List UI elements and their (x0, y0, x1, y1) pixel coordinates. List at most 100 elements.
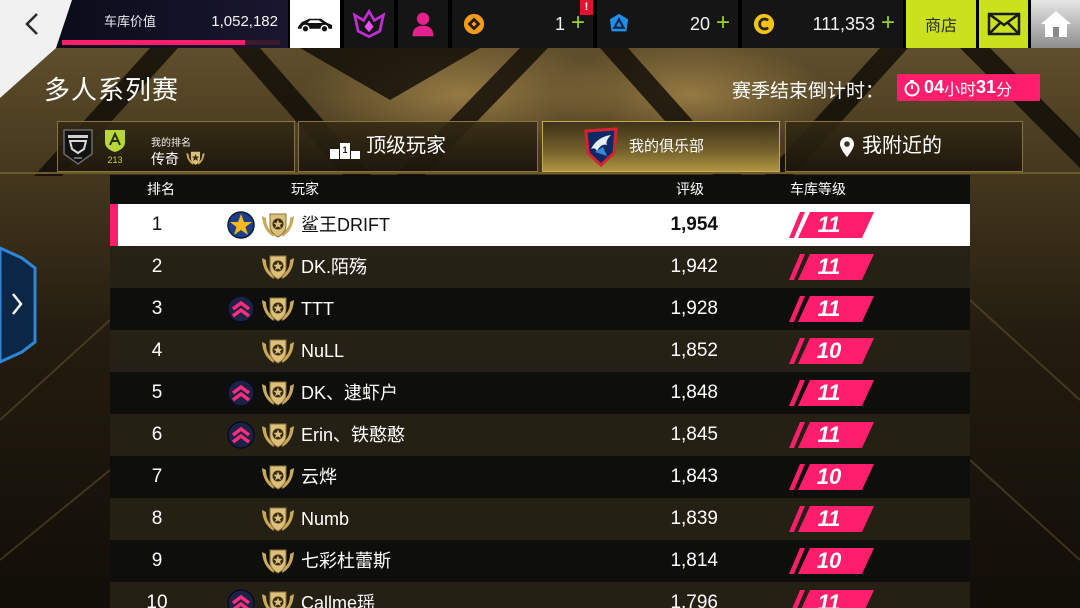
countdown-minutes-unit: 分 (996, 81, 1013, 99)
player-name: 鲨王DRIFT (301, 215, 390, 235)
blue-token-icon (609, 13, 629, 32)
profile-icon (412, 12, 434, 37)
token-amount: 1 (554, 14, 565, 34)
header-rank: 排名 (147, 181, 175, 197)
garage-level-badge: 11 (789, 254, 875, 280)
leaderboard-row[interactable]: 7 云烨 1,843 10 (110, 456, 970, 498)
garage-value-panel[interactable]: 车库价值 1,052,182 (56, 0, 288, 48)
home-button[interactable] (1031, 0, 1080, 48)
add-blue-tokens-button[interactable]: + (716, 0, 730, 46)
legend-league-icon (260, 253, 296, 281)
car-icon (297, 18, 333, 33)
legend-league-icon (260, 295, 296, 323)
garage-level-value: 10 (816, 548, 842, 573)
tabs-divider (0, 172, 1080, 174)
player-rating: 1,928 (670, 298, 718, 319)
location-pin-icon (840, 137, 854, 157)
leaderboard-row[interactable]: 2 DK.陌殇 1,942 11 (110, 246, 970, 288)
player-rating: 1,954 (670, 214, 718, 235)
credits-currency[interactable]: 111,353 + (742, 0, 903, 48)
garage-level-value: 10 (816, 338, 842, 363)
leaderboard-row[interactable]: 4 NuLL 1,852 10 (110, 330, 970, 372)
tab-near-me-label: 我附近的 (862, 135, 942, 157)
garage-level-badge: 10 (789, 338, 875, 364)
garage-level-value: 11 (817, 422, 841, 447)
leaderboard-row[interactable]: 8 Numb 1,839 11 (110, 498, 970, 540)
garage-level-value: 11 (817, 254, 841, 279)
tab-top-players[interactable]: 1 顶级玩家 (298, 121, 538, 172)
timer-icon (904, 79, 920, 96)
leaderboard-row[interactable]: 5 DK、逮虾户 1,848 11 (110, 372, 970, 414)
player-rating: 1,814 (670, 550, 718, 571)
league-emblem-icon (352, 9, 386, 39)
leaderboard-row[interactable]: 9 七彩杜蕾斯 1,814 10 (110, 540, 970, 582)
leaderboard-row[interactable]: 3 TTT 1,928 11 (110, 288, 970, 330)
garage-level-badge: 11 (789, 212, 875, 238)
token-icon (463, 13, 485, 35)
garage-value: 1,052,182 (211, 13, 278, 30)
tab-near-me[interactable]: 我附近的 (785, 121, 1023, 172)
season-countdown-timer: 04 小时 31 分 (897, 74, 1040, 101)
garage-car-button[interactable] (290, 0, 340, 48)
garage-level-value: 11 (817, 380, 841, 405)
profile-button[interactable] (398, 0, 448, 48)
add-credits-button[interactable]: + (881, 0, 895, 46)
legend-emblem-icon (63, 129, 93, 165)
blue-token-amount: 20 (689, 14, 710, 34)
legend-league-icon (260, 337, 296, 365)
rank-number: 8 (151, 508, 163, 529)
rank-number: 10 (146, 592, 168, 608)
legend-league-icon (260, 505, 296, 533)
podium-icon: 1 (330, 143, 360, 159)
player-name: TTT (301, 299, 334, 319)
garage-value-label: 车库价值 (104, 14, 157, 29)
leaderboard-row-current-player[interactable]: 1 鲨王DRIFT 1,954 11 (110, 204, 970, 246)
leaderboard-list: 1 鲨王DRIFT 1,954 11 2 DK.陌殇 1,942 11 3 TTT 1,928 11 4… (110, 204, 970, 608)
garage-level-badge: 11 (789, 422, 875, 448)
rank-number: 3 (151, 298, 163, 319)
mail-button[interactable] (979, 0, 1028, 48)
player-name: Erin、铁憨憨 (301, 425, 406, 445)
header-rating: 评级 (676, 181, 704, 197)
top-bar: 车库价值 1,052,182 1 + ! 20 + 111,353 + 商店 (0, 0, 1080, 48)
garage-progress-bar (62, 40, 280, 45)
rank-number: 2 (151, 256, 163, 277)
league-points: 213 (107, 155, 123, 165)
home-icon (1040, 11, 1071, 37)
season-countdown-label: 赛季结束倒计时： (731, 81, 884, 102)
player-name: NuLL (301, 341, 345, 361)
player-name: Callme瑶 (301, 593, 376, 608)
side-panel-toggle[interactable] (0, 246, 38, 364)
player-name: DK、逮虾户 (301, 383, 399, 403)
tab-my-rank[interactable]: 213 我的排名 传奇 (57, 121, 295, 172)
tab-my-club[interactable]: 我的俱乐部 (542, 121, 780, 172)
token-currency[interactable]: 1 + (452, 0, 593, 48)
player-rating: 1,839 (670, 508, 718, 529)
chevron-rank-icon (227, 421, 255, 449)
header-garage-level: 车库等级 (790, 181, 846, 197)
rank-number: 7 (151, 466, 163, 487)
league-button[interactable] (344, 0, 394, 48)
page-title: 多人系列赛 (44, 75, 180, 105)
leaderboard-row[interactable]: 6 Erin、铁憨憨 1,845 11 (110, 414, 970, 456)
podium-rank: 1 (342, 145, 347, 155)
shop-button[interactable]: 商店 (906, 0, 976, 48)
garage-level-value: 11 (817, 590, 841, 608)
chevron-rank-icon (227, 589, 255, 608)
credits-icon (753, 13, 775, 35)
rank-number: 5 (151, 382, 163, 403)
rank-number: 4 (151, 340, 163, 361)
tab-top-players-label: 顶级玩家 (366, 135, 446, 157)
blue-token-currency[interactable]: 20 + (597, 0, 738, 48)
my-rank-caption: 我的排名 (151, 138, 191, 149)
leaderboard-row[interactable]: 10 Callme瑶 1,796 11 (110, 582, 970, 608)
garage-level-value: 10 (816, 464, 842, 489)
countdown-hours-unit: 小时 (944, 81, 977, 99)
player-name: 云烨 (301, 467, 337, 487)
alert-badge: ! (580, 0, 593, 15)
garage-level-badge: 10 (789, 548, 875, 574)
garage-level-badge: 11 (789, 380, 875, 406)
chevron-rank-icon (227, 295, 255, 323)
legend-league-icon (260, 463, 296, 491)
player-name: Numb (301, 509, 350, 529)
